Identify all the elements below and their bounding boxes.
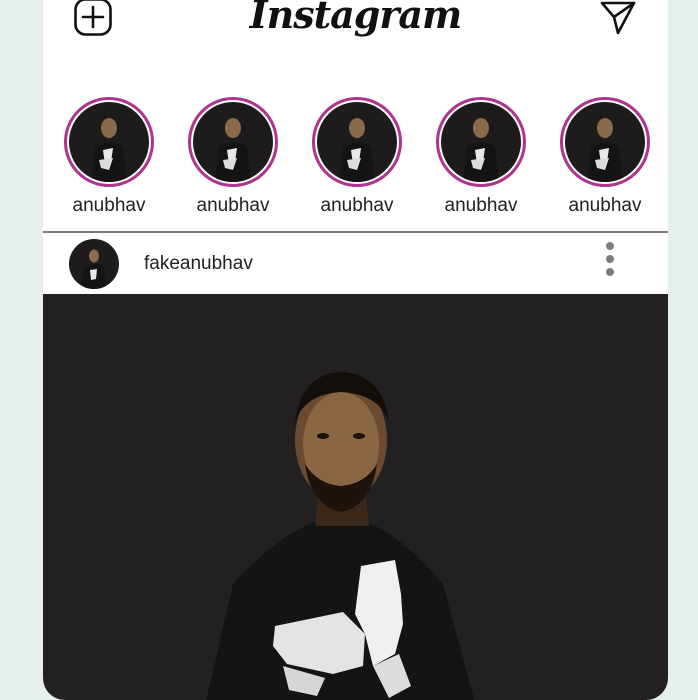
post-header: fakeanubhav bbox=[43, 233, 668, 294]
top-bar: Instagram bbox=[43, 0, 668, 72]
story-username: anubhav bbox=[196, 195, 270, 216]
story-username: anubhav bbox=[320, 195, 394, 216]
story-item[interactable]: anubhav bbox=[431, 97, 531, 217]
app-frame: Instagram anubhav anubhav anubhav anubha… bbox=[43, 0, 668, 700]
story-username: anubhav bbox=[444, 195, 518, 216]
story-avatar bbox=[317, 102, 397, 182]
story-username: anubhav bbox=[568, 195, 642, 216]
story-ring bbox=[312, 97, 402, 187]
post-avatar[interactable] bbox=[69, 239, 119, 289]
story-item[interactable]: anubhav bbox=[555, 97, 655, 217]
stories-row: anubhav anubhav anubhav anubhav anubhav bbox=[43, 97, 668, 227]
send-paper-plane-icon bbox=[600, 1, 636, 35]
story-ring bbox=[436, 97, 526, 187]
post-options-button[interactable] bbox=[602, 242, 618, 282]
story-ring bbox=[64, 97, 154, 187]
post-username[interactable]: fakeanubhav bbox=[144, 253, 253, 275]
story-avatar bbox=[441, 102, 521, 182]
story-item[interactable]: anubhav bbox=[59, 97, 159, 217]
story-username: anubhav bbox=[72, 195, 146, 216]
instagram-logo: Instagram bbox=[249, 0, 462, 37]
direct-message-button[interactable] bbox=[598, 0, 638, 37]
story-ring bbox=[560, 97, 650, 187]
more-vertical-icon bbox=[602, 242, 618, 276]
story-avatar bbox=[565, 102, 645, 182]
post-photo[interactable] bbox=[43, 294, 668, 700]
story-item[interactable]: anubhav bbox=[183, 97, 283, 217]
story-item[interactable]: anubhav bbox=[307, 97, 407, 217]
story-avatar bbox=[69, 102, 149, 182]
story-avatar bbox=[193, 102, 273, 182]
story-ring bbox=[188, 97, 278, 187]
